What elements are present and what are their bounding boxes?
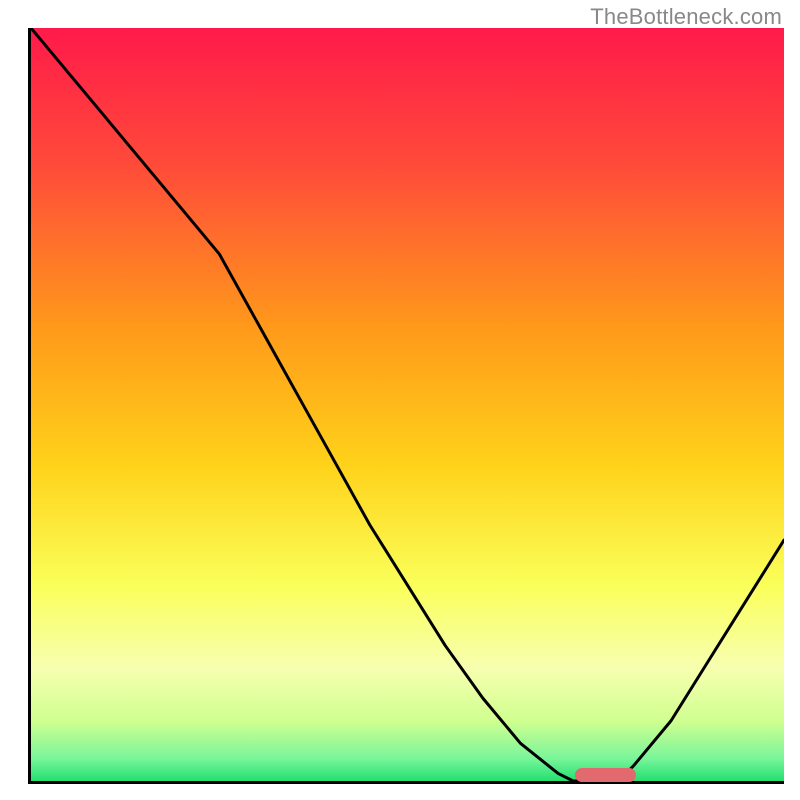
- bottleneck-curve: [31, 28, 784, 781]
- optimum-marker: [575, 768, 635, 782]
- plot-area: [28, 28, 784, 784]
- watermark-label: TheBottleneck.com: [590, 4, 782, 30]
